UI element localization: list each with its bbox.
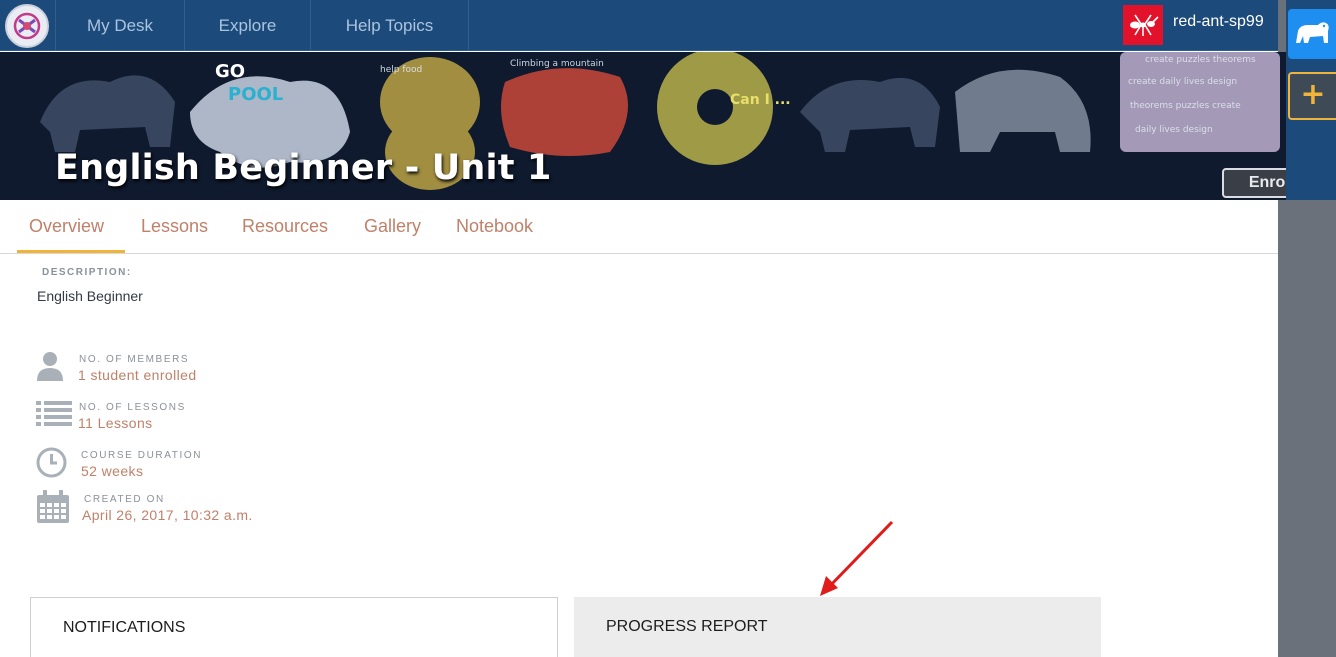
description-label: DESCRIPTION: [42,267,132,278]
active-tab-indicator [17,250,125,253]
nav-help-topics[interactable]: Help Topics [311,0,469,51]
clock-icon [36,447,67,482]
notifications-panel[interactable]: NOTIFICATIONS [30,597,558,657]
created-on-value: April 26, 2017, 10:32 a.m. [82,507,253,523]
enroll-button[interactable]: Enroll [1222,168,1286,198]
top-navigation-bar: My Desk Explore Help Topics red-ant-sp99 [0,0,1286,51]
tab-lessons[interactable]: Lessons [141,216,208,237]
user-menu[interactable]: red-ant-sp99 [1123,5,1264,45]
progress-report-title: PROGRESS REPORT [606,618,768,635]
members-value: 1 student enrolled [78,367,197,383]
tab-gallery[interactable]: Gallery [364,216,421,237]
calendar-icon [36,490,70,528]
annotation-arrow-icon [800,510,900,604]
bear-icon[interactable] [1288,9,1336,59]
progress-report-panel[interactable]: PROGRESS REPORT [574,597,1101,657]
tab-resources[interactable]: Resources [242,216,328,237]
notifications-title: NOTIFICATIONS [63,619,186,636]
svg-text:create puzzles theorems: create puzzles theorems [1145,55,1256,65]
svg-text:create daily lives design: create daily lives design [1128,77,1237,87]
duration-value: 52 weeks [81,463,144,479]
svg-text:Can I ...: Can I ... [730,92,791,108]
tab-overview[interactable]: Overview [29,216,104,237]
list-icon [36,400,72,432]
svg-text:GO: GO [215,61,245,82]
app-logo-icon[interactable] [5,4,49,48]
svg-text:POOL: POOL [228,84,283,105]
add-plus-icon[interactable]: + [1288,72,1336,120]
description-text: English Beginner [37,288,143,304]
user-name: red-ant-sp99 [1173,13,1264,30]
created-on-label: CREATED ON [84,494,165,505]
nav-my-desk[interactable]: My Desk [55,0,185,51]
lessons-count-value: 11 Lessons [78,415,153,431]
course-title: English Beginner - Unit 1 [55,148,552,188]
user-icon [36,350,64,386]
svg-text:theorems puzzles create: theorems puzzles create [1130,101,1241,111]
course-banner: help food Climbing a mountain create puz… [0,52,1286,200]
nav-explore[interactable]: Explore [185,0,311,51]
tab-notebook[interactable]: Notebook [456,216,533,237]
course-tabs: Overview Lessons Resources Gallery Noteb… [0,200,1278,254]
svg-text:daily lives design: daily lives design [1135,125,1213,135]
lessons-count-label: NO. OF LESSONS [79,402,186,413]
svg-text:help food: help food [380,65,422,75]
svg-text:Climbing a mountain: Climbing a mountain [510,59,604,69]
ant-avatar-icon [1123,5,1163,45]
app-window: My Desk Explore Help Topics red-ant-sp99… [0,0,1336,657]
duration-label: COURSE DURATION [81,450,203,461]
members-label: NO. OF MEMBERS [79,354,190,365]
